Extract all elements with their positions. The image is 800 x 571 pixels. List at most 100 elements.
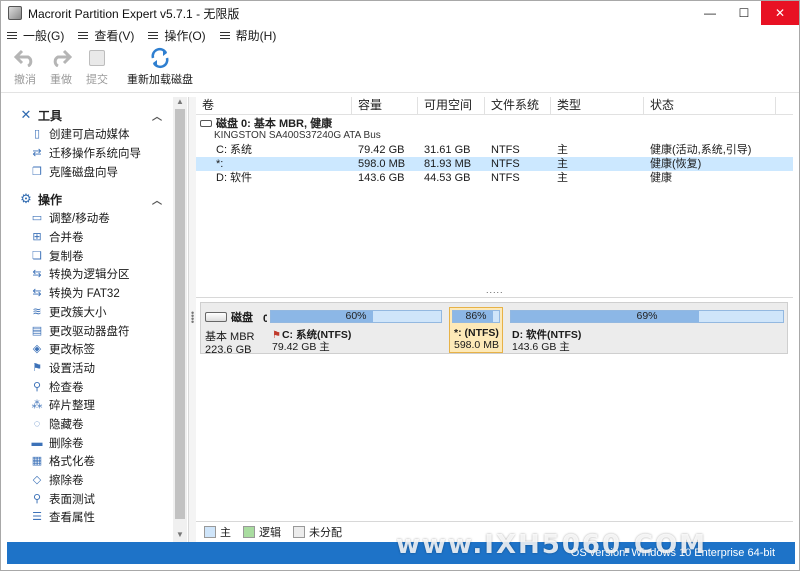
ops-item[interactable]: ❏ 复制卷 xyxy=(7,246,188,265)
window-controls: — ☐ ✕ xyxy=(693,1,799,25)
partition-d-size: 143.6 GB 主 xyxy=(512,341,570,353)
tools-list: ▯ 创建可启动媒体 ⇄ 迁移操作系统向导 ❐ 克隆磁盘向导 xyxy=(7,125,188,181)
legend-primary-label: 主 xyxy=(220,526,231,539)
tools-icon: ✕ xyxy=(20,107,32,122)
reload-disks-button[interactable]: 重新加载磁盘 xyxy=(127,47,193,87)
legend-swatch xyxy=(293,525,305,538)
label-icon: ◈ xyxy=(32,343,42,356)
legend-primary: 主 xyxy=(204,524,231,540)
disk-row[interactable]: 磁盘 0: 基本 MBR, 健康 KINGSTON SA400S37240G A… xyxy=(196,117,779,141)
disk-map-label: 磁盘 0 基本 MBR 223.6 GB xyxy=(205,309,269,356)
column-header-capacity[interactable]: 容量 xyxy=(352,97,418,115)
scroll-down-icon[interactable]: ▼ xyxy=(173,530,187,542)
ops-item[interactable]: ▤ 更改驱动器盘符 xyxy=(7,321,188,340)
usage-percent: 86% xyxy=(465,310,487,322)
scroll-up-icon[interactable]: ▲ xyxy=(173,97,187,109)
delete-icon: ▬ xyxy=(31,436,43,449)
ops-item[interactable]: ▬ 删除卷 xyxy=(7,433,188,452)
menu-operations[interactable]: 操作(O) xyxy=(148,27,206,44)
legend-logical-label: 逻辑 xyxy=(259,526,281,539)
hard-disk-icon xyxy=(205,312,227,322)
table-row[interactable]: *: 598.0 MB 81.93 MB NTFS 主 健康(恢复) xyxy=(196,157,793,171)
ops-item[interactable]: ⚲ 检查卷 xyxy=(7,377,188,396)
ops-item[interactable]: ▭ 调整/移动卷 xyxy=(7,209,188,228)
tools-item-label: 创建可启动媒体 xyxy=(49,129,130,142)
legend-unallocated: 未分配 xyxy=(293,524,342,540)
usage-percent: 69% xyxy=(636,310,658,322)
partition-recovery[interactable]: 86% *: (NTFS) 598.0 MB xyxy=(449,307,503,353)
undo-button[interactable]: 撤消 xyxy=(11,47,39,87)
ops-item[interactable]: ▦ 格式化卷 xyxy=(7,452,188,471)
disk-map-size: 223.6 GB xyxy=(205,344,252,356)
column-header-type[interactable]: 类型 xyxy=(551,97,644,115)
ops-item[interactable]: ⁂ 碎片整理 xyxy=(7,396,188,415)
chevron-up-icon[interactable]: ︿ xyxy=(152,108,162,123)
defrag-icon: ⁂ xyxy=(31,399,43,412)
disk-map[interactable]: 磁盘 0 基本 MBR 223.6 GB 60% ⚑C: 系统(NTFS) 79… xyxy=(200,302,788,356)
column-header-filesystem[interactable]: 文件系统 xyxy=(485,97,551,115)
menu-general[interactable]: 一般(G) xyxy=(7,27,64,44)
ops-item[interactable]: ⇆ 转换为逻辑分区 xyxy=(7,265,188,284)
ops-item-label: 更改标签 xyxy=(49,344,95,357)
tools-item[interactable]: ❐ 克隆磁盘向导 xyxy=(7,162,188,181)
disk-model: KINGSTON SA400S37240G ATA Bus xyxy=(214,130,381,141)
close-button[interactable]: ✕ xyxy=(761,1,799,25)
ops-item-label: 查看属性 xyxy=(49,512,95,525)
ops-item-label: 转换为逻辑分区 xyxy=(49,269,130,282)
ops-item-label: 表面测试 xyxy=(49,493,95,506)
menu-view-label: 查看(V) xyxy=(94,28,135,43)
maximize-button[interactable]: ☐ xyxy=(727,1,761,25)
minimize-button[interactable]: — xyxy=(693,1,727,25)
sidebar: ✕ 工具 ︿ ▯ 创建可启动媒体 ⇄ 迁移操作系统向导 ❐ 克隆磁盘向导 ⚙ 操作 ︿ ▭… xyxy=(7,97,189,542)
tools-section-header[interactable]: ✕ 工具 ︿ xyxy=(7,105,188,125)
ops-item[interactable]: ◇ 擦除卷 xyxy=(7,471,188,490)
chevron-up-icon[interactable]: ︿ xyxy=(152,192,162,207)
cell-vol: D: 软件 xyxy=(216,172,253,184)
ops-item[interactable]: ⊞ 合并卷 xyxy=(7,228,188,247)
sidebar-scrollbar[interactable]: ▲ ▼ xyxy=(173,97,187,542)
menu-bar: 一般(G) 查看(V) 操作(O) 帮助(H) xyxy=(1,25,799,45)
usb-icon: ▯ xyxy=(33,128,41,141)
disk-map-name: 磁盘 xyxy=(231,312,253,324)
surface-test-icon: ⚲ xyxy=(32,492,42,505)
ops-item[interactable]: ⚑ 设置活动 xyxy=(7,359,188,378)
column-header-volume[interactable]: 卷 xyxy=(196,97,352,115)
usage-bar: 69% xyxy=(510,310,784,323)
menu-icon xyxy=(7,31,17,39)
partition-d[interactable]: 69% D: 软件(NTFS) 143.6 GB 主 xyxy=(507,307,787,353)
menu-view[interactable]: 查看(V) xyxy=(78,27,134,44)
table-row[interactable]: D: 软件 143.6 GB 44.53 GB NTFS 主 健康 xyxy=(196,171,793,185)
format-icon: ▦ xyxy=(31,455,43,468)
copy-icon: ❏ xyxy=(32,249,42,262)
redo-button[interactable]: 重做 xyxy=(47,47,75,87)
ops-item[interactable]: ⇆ 转换为 FAT32 xyxy=(7,284,188,303)
table-row[interactable]: C: 系统 79.42 GB 31.61 GB NTFS 主 健康(活动,系统,引导) xyxy=(196,143,793,157)
partition-c[interactable]: 60% ⚑C: 系统(NTFS) 79.42 GB 主 xyxy=(267,307,445,353)
undo-icon xyxy=(13,47,37,69)
cluster-icon: ≋ xyxy=(32,305,42,318)
column-header-free[interactable]: 可用空间 xyxy=(418,97,485,115)
commit-button[interactable]: 提交 xyxy=(83,47,111,87)
cell-cap: 143.6 GB xyxy=(358,172,405,184)
convert-fat-icon: ⇆ xyxy=(32,287,42,300)
ops-item[interactable]: ☰ 查看属性 xyxy=(7,508,188,527)
cell-free: 31.61 GB xyxy=(424,144,471,156)
operations-section-header[interactable]: ⚙ 操作 ︿ xyxy=(7,189,188,209)
ops-item-label: 隐藏卷 xyxy=(49,418,84,431)
ops-item[interactable]: ◌ 隐藏卷 xyxy=(7,415,188,434)
tools-item[interactable]: ▯ 创建可启动媒体 xyxy=(7,125,188,144)
tools-item[interactable]: ⇄ 迁移操作系统向导 xyxy=(7,144,188,163)
scrollbar-thumb[interactable] xyxy=(175,109,185,519)
ops-item[interactable]: ⚲ 表面测试 xyxy=(7,489,188,508)
panel-splitter[interactable]: • • • • xyxy=(189,97,196,542)
operations-header-label: 操作 xyxy=(38,192,63,207)
volume-table: 卷 容量 可用空间 文件系统 类型 状态 磁盘 0: 基本 MBR, 健康 KI… xyxy=(196,97,793,297)
ops-item[interactable]: ≋ 更改簇大小 xyxy=(7,303,188,322)
migrate-icon: ⇄ xyxy=(32,147,42,160)
menu-help[interactable]: 帮助(H) xyxy=(219,27,276,44)
flag-icon: ⚑ xyxy=(32,361,42,374)
cell-status: 健康(恢复) xyxy=(650,158,702,170)
properties-icon: ☰ xyxy=(32,511,42,524)
ops-item[interactable]: ◈ 更改标签 xyxy=(7,340,188,359)
column-header-status[interactable]: 状态 xyxy=(644,97,776,115)
